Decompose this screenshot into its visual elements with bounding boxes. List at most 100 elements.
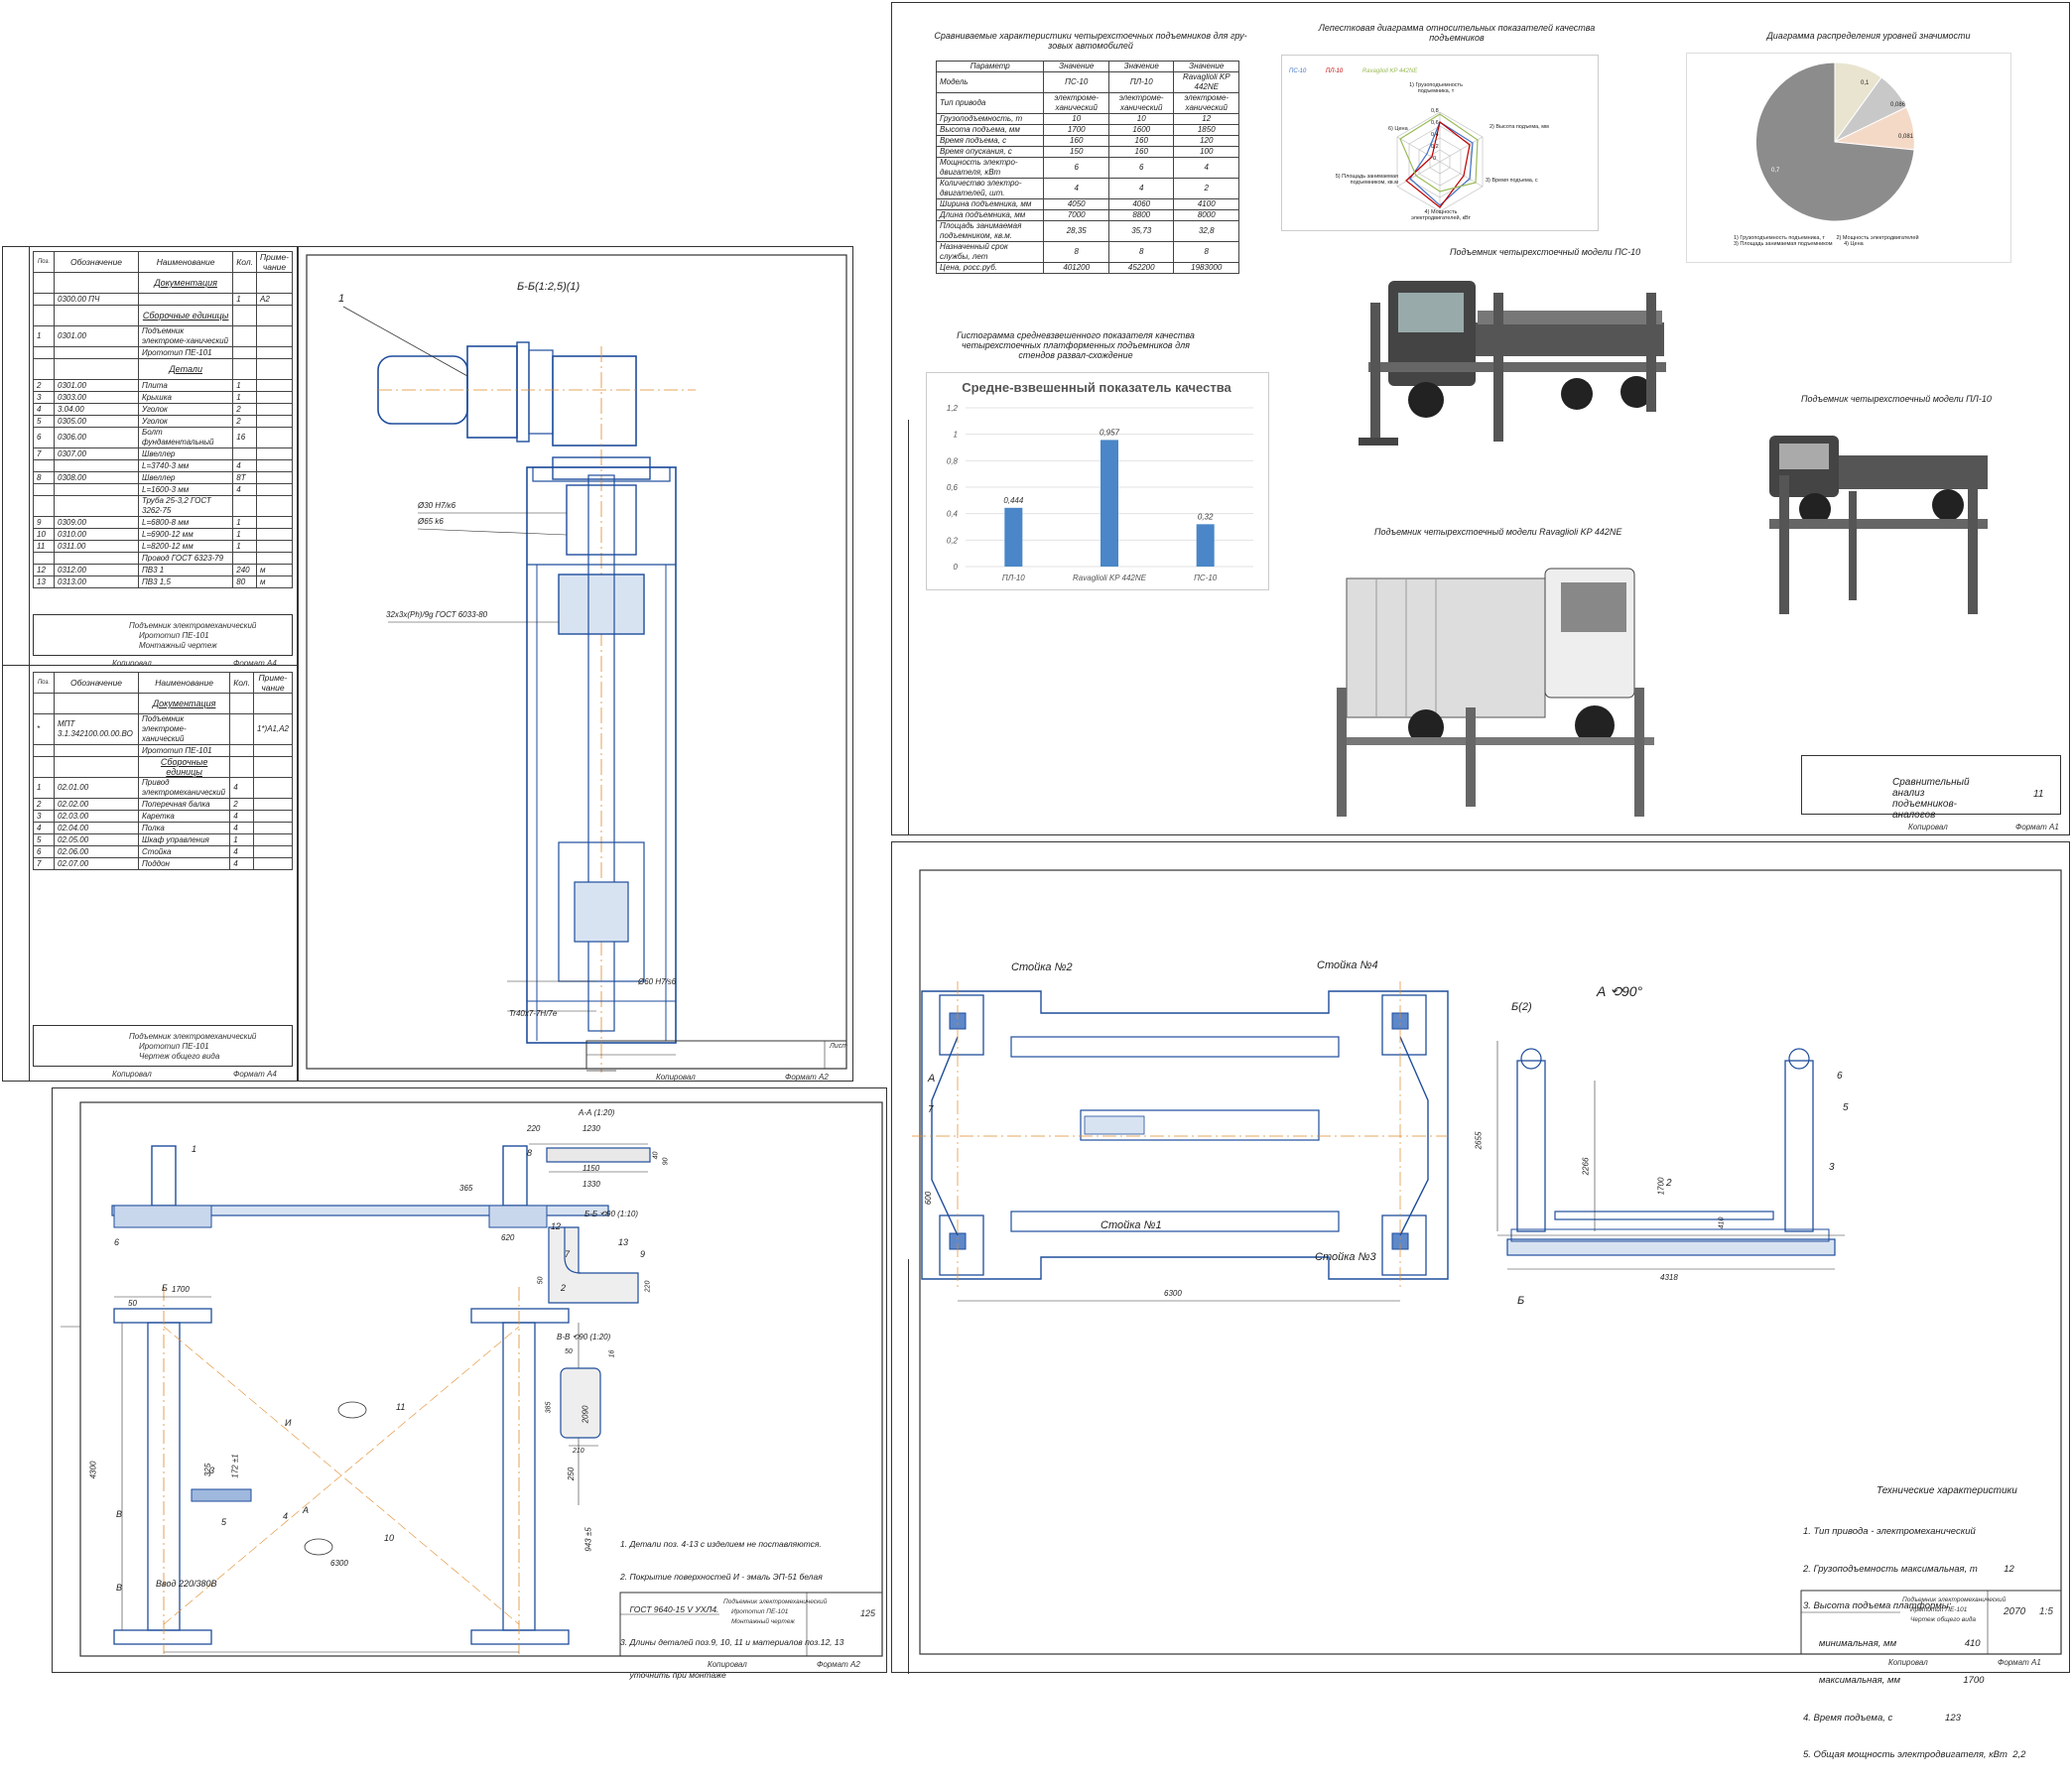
compare-header-cell: Значение [1043,61,1109,72]
spec-cell: L=6800-8 мм [137,516,234,529]
inst-label-13: 13 [618,1237,629,1247]
spec-cell: 1 [33,325,55,347]
compare-cell: электроме-ханический [1173,92,1239,114]
spec-cell: Каретка [137,810,231,823]
compare-cell: 10 [1043,113,1109,125]
compare-table: Параметр Значение Значение Значение Модель ПС… [935,61,1239,274]
hist-bar [1004,507,1023,567]
drive-thread: 32х3х(Рh)/9g ГОСТ 6033-80 [386,610,488,619]
spec-cell: 7 [33,857,55,870]
spec-cell: Детали [137,358,234,380]
spec-cell: Поддон [137,857,231,870]
spec-cell: 2 [232,415,257,428]
pie-legend-4: 4) Цена [1844,241,1864,247]
spec-cell: 5 [33,415,55,428]
spec-row: 12 0312.00 ПВ3 1 240 м [33,564,293,576]
spec-cell: Подъемник электроме-ханический [137,713,231,745]
compare-cell: 1600 [1107,124,1175,136]
hist-bar [1101,440,1118,567]
spec-cell: 5 [33,833,55,846]
inst-title-line2: Ирототип ПЕ-101 [731,1608,789,1615]
spec-header-cell: Кол. [229,672,254,694]
hist-category-label: ПС-10 [1194,574,1218,582]
inst-dim-365: 365 [459,1184,473,1193]
spec-row: 2 02.02.00 Поперечная балка 2 [33,798,294,811]
spec-row: 1 02.01.00 Привод электромеханический 4 [33,777,294,799]
hist-ytick-label: 1 [954,431,958,440]
spec-title-block-2: Подъемник электромеханический Ирототип П… [33,1025,293,1067]
compare-table-title: Сравниваемые характеристики четырехстоеч… [934,31,1247,51]
compare-cell: 4 [1173,157,1239,179]
spec-cell: 0311.00 [54,540,139,553]
hist-ytick-label: 0,4 [947,510,959,519]
spec-cell: 4 [229,777,254,799]
hist-value-label: 0,957 [1100,428,1120,437]
spec-cell [33,293,55,306]
spec-cell: Ирототип ПЕ-101 [137,744,231,757]
spec-header-row: Поз. Обозначение Наименование Кол. Приме-чан… [33,672,294,694]
spec-cell [256,358,293,380]
drive-section-label: Б-Б(1:2,5)(1) [517,281,581,293]
inst-label-11: 11 [396,1402,406,1412]
inst-label-4: 4 [283,1511,289,1521]
compare-cell: 100 [1173,146,1239,158]
spec-cell: 1 [232,391,257,404]
spec-cell [137,293,234,306]
spec-cell: Провод ГОСТ 6323-79 [137,552,234,565]
compare-cell: Тип привода [935,92,1045,114]
pie-label-1: 0,1 [1861,80,1870,86]
spec-cell: Полка [137,822,231,834]
spec-cell: Плита [137,379,234,392]
inst-dim-250: 250 [567,1467,577,1481]
spec-cell: 8Т [232,471,257,484]
inst-label-5: 5 [221,1517,227,1527]
compare-header-cell: Значение [1107,61,1175,72]
spec-cell: 11 [33,540,55,553]
inst-copied: Копировал [708,1660,747,1669]
spec-header-cell: Наименование [137,672,231,694]
inst-label-v: В [116,1509,123,1519]
spec-cell: 02.02.00 [54,798,139,811]
spec-cell: 0301.00 [54,379,139,392]
assembly-cutB: Б [1517,1295,1525,1307]
spec-cell [33,693,55,714]
spec-cell [256,471,293,484]
spec-cell: м [256,575,293,588]
tech-line-7: 5. Общая мощность электродвигателя, кВт … [1803,1749,2026,1760]
compare-cell: Грузоподъемность, т [935,113,1045,125]
radar-axis-4: 4) Мощность электродвигателей, кВт [1410,209,1472,221]
assembly-dim-1700: 1700 [1656,1177,1666,1196]
spec-cell: 4 [33,403,55,416]
spec2-title-line1: Подъемник электромеханический [129,1032,257,1041]
compare-row: Ширина подъемника, мм 4050 4060 4100 [935,198,1239,210]
inst-dim-1230: 1230 [583,1124,600,1133]
spec-header-cell: Приме-чание [256,251,293,273]
inst-title-line3: Монтажный чертеж [731,1618,795,1625]
compare-cell: Площадь занимаемая подъемником, кв.м. [935,220,1045,242]
stand-4-label: Стойка №4 [1317,959,1378,971]
compare-row: Время опускания, с 150 160 100 [935,146,1239,158]
compare-cell: Мощность электро-двигателя, кВт [935,157,1045,179]
spec-cell: 0310.00 [54,528,139,541]
spec-cell [229,713,254,745]
spec-row: Детали [33,358,293,380]
spec-cell [252,845,294,858]
spec-cell [54,552,139,565]
inst-sectBB: Б-Б ⟲90 (1:10) [584,1210,639,1218]
spec-cell: 2 [33,379,55,392]
spec-header-cell: Приме-чание [252,672,294,694]
drive-section-drawing [306,254,847,1073]
spec-table-1: Поз. Обозначение Наименование Кол. Приме-чан… [33,251,293,588]
radar-tick-08: 0,8 [1431,108,1439,114]
hist-value-label: 0,444 [1003,496,1024,505]
radar-tick-02: 0,2 [1431,144,1439,150]
hist-ytick-label: 0,2 [947,536,959,545]
spec-row: 3 02.03.00 Каретка 4 [33,810,294,823]
spec-cell [54,346,139,359]
radar-tick-0: 0 [1433,156,1437,162]
spec-row: 4 3.04.00 Уголок 2 [33,403,293,416]
compare-cell: Количество электро-двигателей, шт. [935,178,1045,199]
spec-cell [232,358,257,380]
spec-cell: 0301.00 [54,325,139,347]
drive-tr40: Tr40х7-7H/7e [509,1009,558,1018]
